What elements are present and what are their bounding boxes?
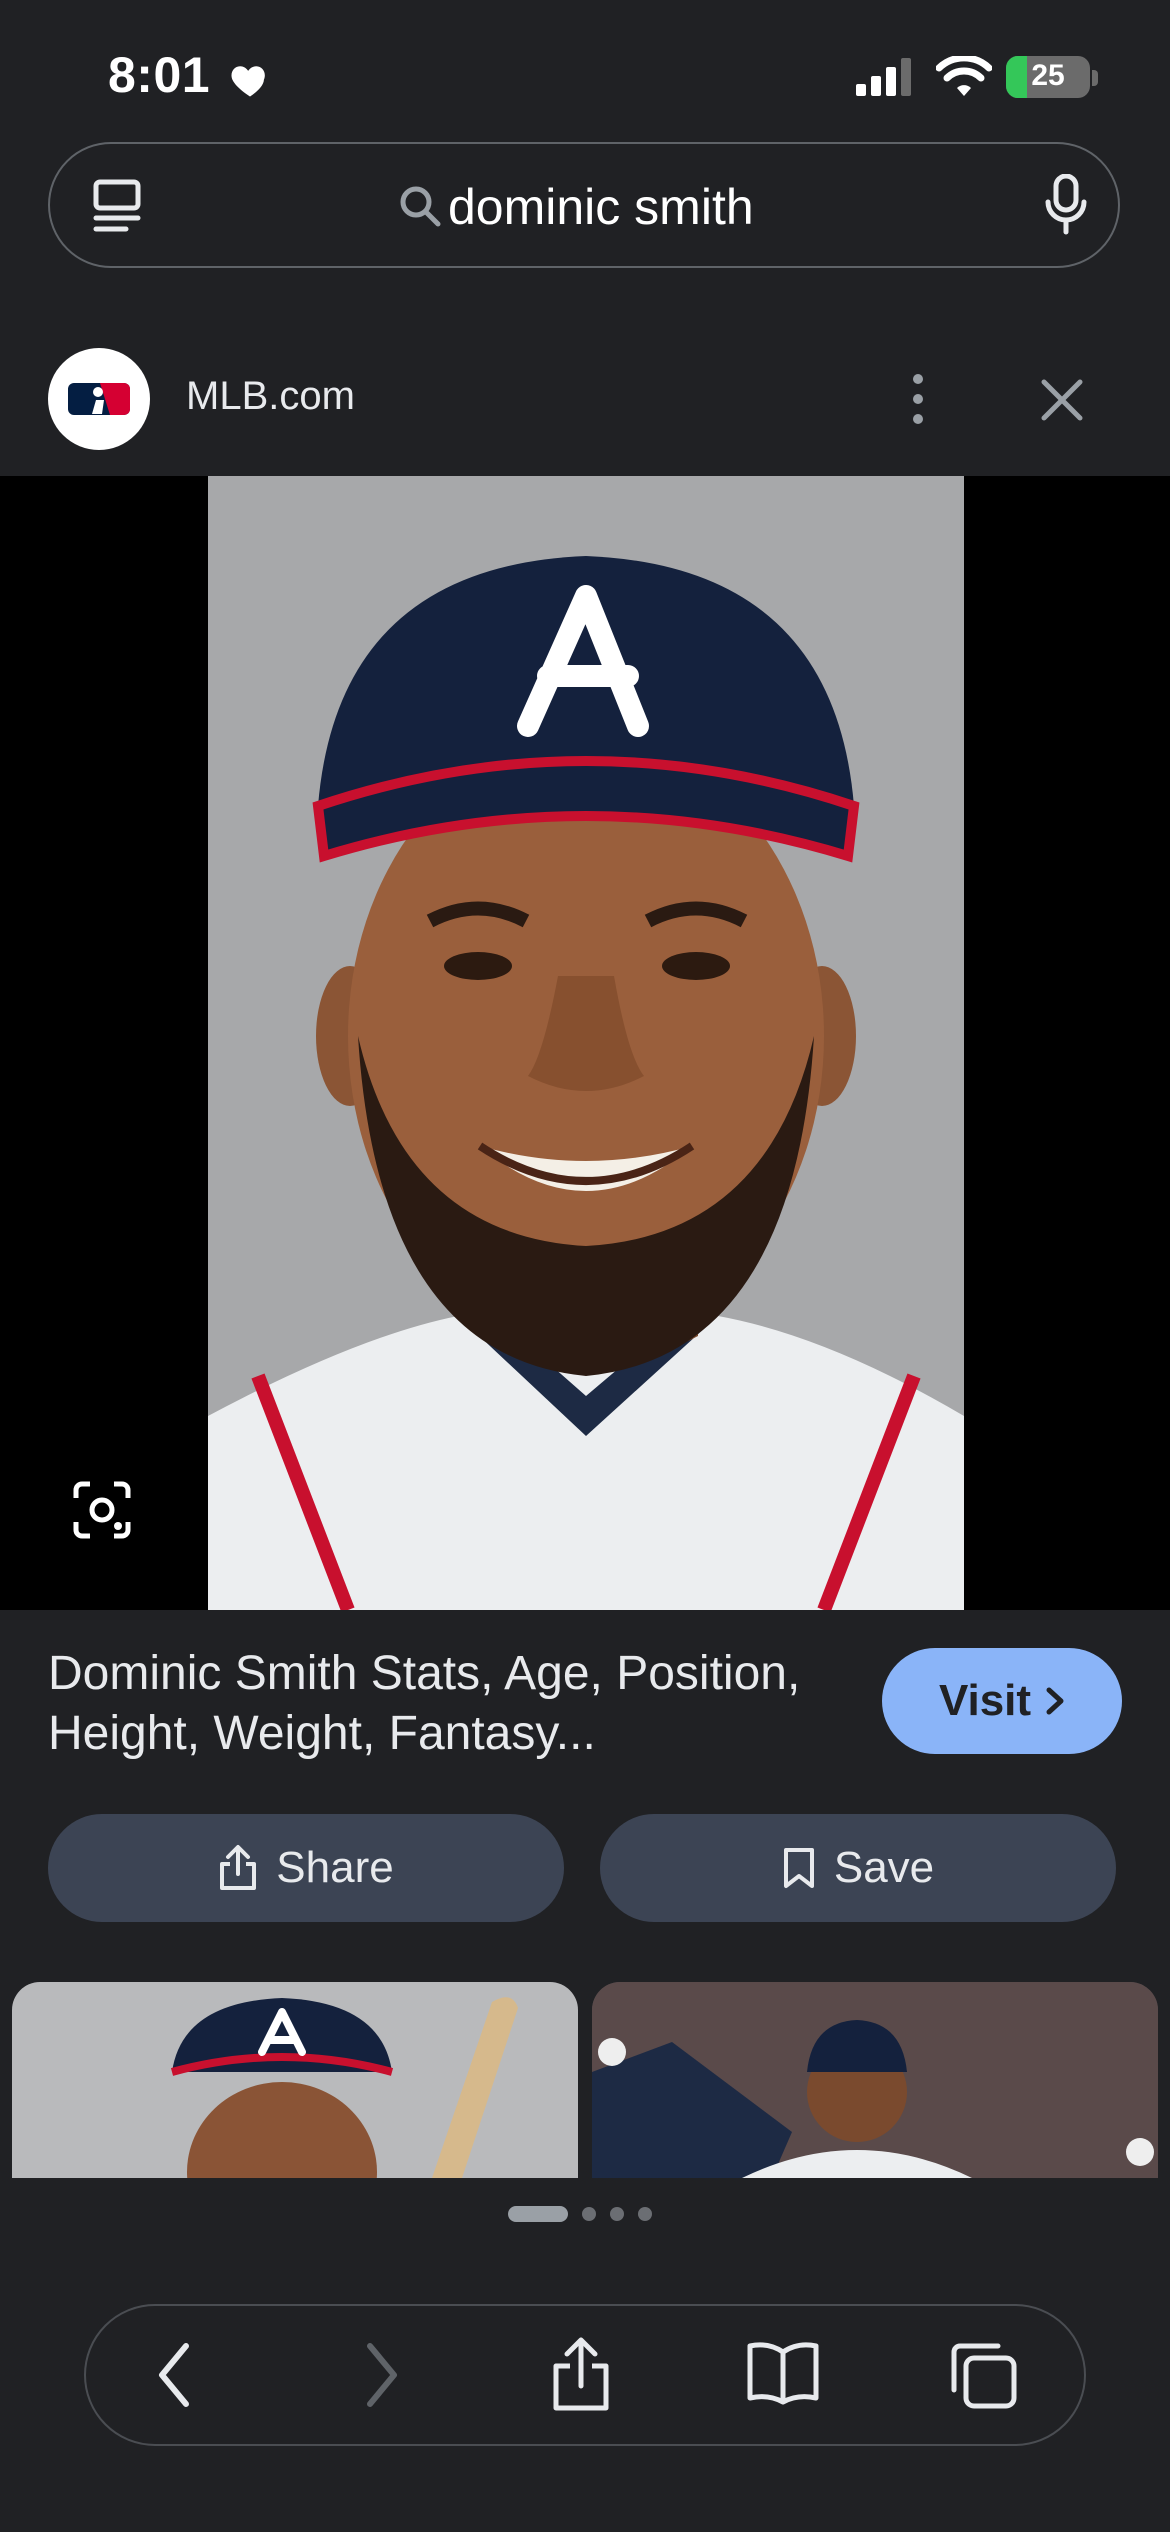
related-image-thumbnail[interactable]	[12, 1982, 578, 2178]
visit-button-label: Visit	[938, 1676, 1032, 1725]
mlb-logo-mark	[68, 383, 130, 415]
heart-icon	[231, 66, 265, 97]
close-icon[interactable]	[1040, 378, 1084, 422]
search-input[interactable]: dominic smith	[448, 178, 754, 236]
carousel-dot	[638, 2207, 652, 2221]
share-button-label: Share	[276, 1843, 394, 1892]
carousel-dot	[610, 2207, 624, 2221]
battery-cap	[1092, 70, 1098, 86]
bookmarks-icon[interactable]	[746, 2340, 820, 2406]
player-headshot-image[interactable]	[208, 476, 964, 1610]
share-icon	[220, 1845, 257, 1890]
thumbnail-image	[170, 1997, 518, 2178]
visit-button[interactable]: Visit	[882, 1648, 1122, 1754]
wifi-icon	[936, 56, 992, 96]
bookmark-icon	[783, 1848, 814, 1888]
thumbnail-image	[592, 1982, 1158, 2178]
player-portrait	[208, 556, 964, 1610]
result-title[interactable]: Dominic Smith Stats, Age, Position, Heig…	[48, 1644, 848, 1764]
cellular-signal-icon	[856, 58, 911, 96]
back-icon[interactable]	[154, 2340, 194, 2410]
tabs-overview-icon[interactable]	[948, 2340, 1018, 2410]
carousel-dot	[582, 2207, 596, 2221]
source-name[interactable]: MLB.com	[186, 374, 355, 419]
mlb-logo[interactable]	[48, 348, 150, 450]
microphone-icon[interactable]	[1044, 174, 1088, 236]
save-button-label: Save	[833, 1843, 935, 1892]
related-image-thumbnail[interactable]	[592, 1982, 1158, 2178]
forward-icon[interactable]	[362, 2340, 402, 2410]
share-button[interactable]: Share	[48, 1814, 564, 1922]
tabs-icon[interactable]	[92, 178, 142, 234]
status-time: 8:01	[108, 47, 211, 103]
battery-level: 25	[1031, 59, 1065, 92]
share-icon[interactable]	[550, 2334, 612, 2414]
carousel-dot-active	[508, 2206, 568, 2222]
carousel-page-indicator	[508, 2206, 652, 2222]
search-icon	[400, 186, 441, 227]
battery-charging-icon: 25	[1006, 56, 1090, 98]
more-vert-icon[interactable]	[906, 372, 930, 426]
save-button[interactable]: Save	[600, 1814, 1116, 1922]
chevron-right-icon	[1046, 1687, 1064, 1715]
lens-search-icon[interactable]	[72, 1480, 132, 1540]
